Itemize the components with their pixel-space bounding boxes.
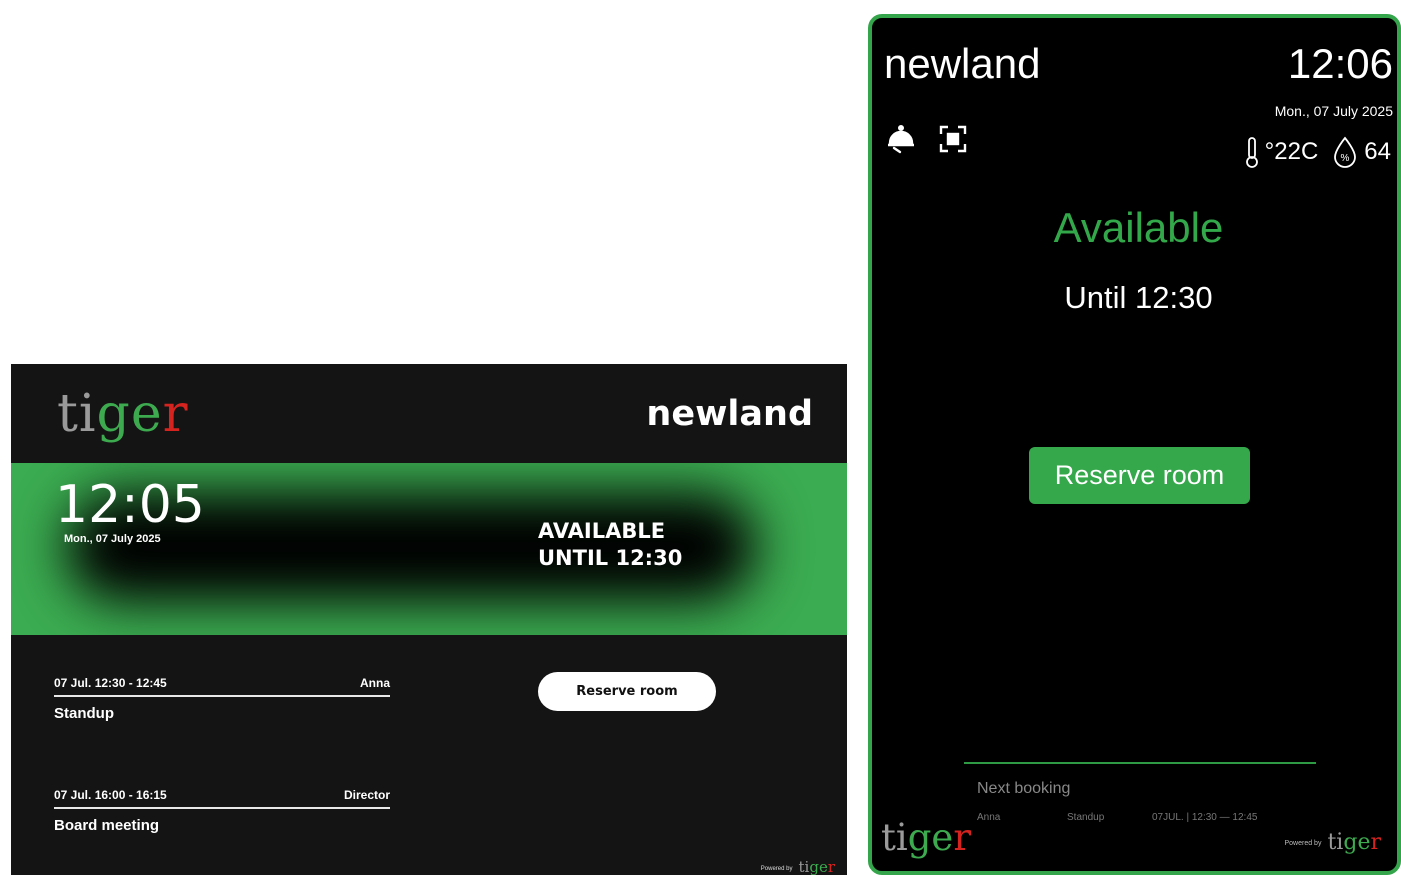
room-name: newland — [884, 40, 1041, 87]
landscape-display: tiger newland 12:05 Mon., 07 July 2025 A… — [11, 364, 847, 875]
clock: 12:06 — [1287, 40, 1393, 87]
booking-item[interactable]: 07 Jul. 16:00 - 16:15 Director Board mee… — [54, 788, 390, 834]
temperature-value: °22C — [1264, 138, 1319, 165]
booking-organizer: Anna — [360, 676, 390, 690]
next-booking-title: Standup — [1067, 812, 1105, 823]
room-service-icon[interactable] — [884, 122, 918, 156]
svg-text:%: % — [1341, 153, 1350, 164]
powered-by: Powered by tiger — [1284, 830, 1381, 856]
scan-icon[interactable] — [936, 122, 970, 156]
available-until: Until 12:30 — [1064, 280, 1213, 315]
date: Mon., 07 July 2025 — [1274, 103, 1393, 119]
room-name: newland — [646, 394, 813, 434]
availability-status: Available — [1053, 204, 1224, 251]
clock: 12:05 — [55, 475, 205, 535]
tiger-logo: tiger — [881, 816, 971, 859]
status-line-1: AVAILABLE — [538, 519, 666, 543]
booking-item[interactable]: 07 Jul. 12:30 - 12:45 Anna Standup — [54, 676, 390, 722]
next-booking-organizer: Anna — [977, 812, 1001, 823]
quick-actions — [884, 122, 970, 156]
next-booking-label: Next booking — [977, 780, 1071, 797]
powered-by: Powered by tiger — [761, 860, 835, 875]
booking-organizer: Director — [343, 788, 390, 802]
status-line-2: UNTIL 12:30 — [538, 546, 683, 570]
status-band: 12:05 Mon., 07 July 2025 AVAILABLE UNTIL… — [11, 463, 847, 635]
portrait-display: newland 12:06 Mon., 07 July 2025 °22C % … — [868, 14, 1401, 875]
powered-by-logo: tiger — [1327, 830, 1381, 855]
reserve-room-button[interactable]: Reserve room — [1029, 447, 1250, 504]
date: Mon., 07 July 2025 — [64, 533, 161, 545]
powered-by-label: Powered by — [1284, 839, 1322, 847]
booking-time: 07 Jul. 16:00 - 16:15 — [54, 788, 167, 802]
booking-title: Standup — [54, 705, 114, 722]
booking-time: 07 Jul. 12:30 - 12:45 — [54, 676, 167, 690]
humidity-value: 64 — [1364, 138, 1391, 165]
environment-readout: °22C % 64 — [1245, 136, 1391, 168]
availability-status: AVAILABLE UNTIL 12:30 — [538, 518, 682, 572]
powered-by-label: Powered by — [760, 866, 793, 872]
reserve-room-button[interactable]: Reserve room — [538, 672, 716, 711]
next-booking[interactable]: Anna Standup 07JUL. | 12:30 — 12:45 — [977, 812, 1257, 823]
thermometer-icon — [1245, 136, 1259, 168]
tiger-logo: tiger — [57, 384, 189, 444]
divider — [964, 762, 1316, 764]
humidity-icon: % — [1332, 136, 1358, 168]
booking-title: Board meeting — [54, 817, 160, 834]
powered-by-logo: tiger — [798, 858, 835, 875]
next-booking-time: 07JUL. | 12:30 — 12:45 — [1152, 812, 1258, 823]
